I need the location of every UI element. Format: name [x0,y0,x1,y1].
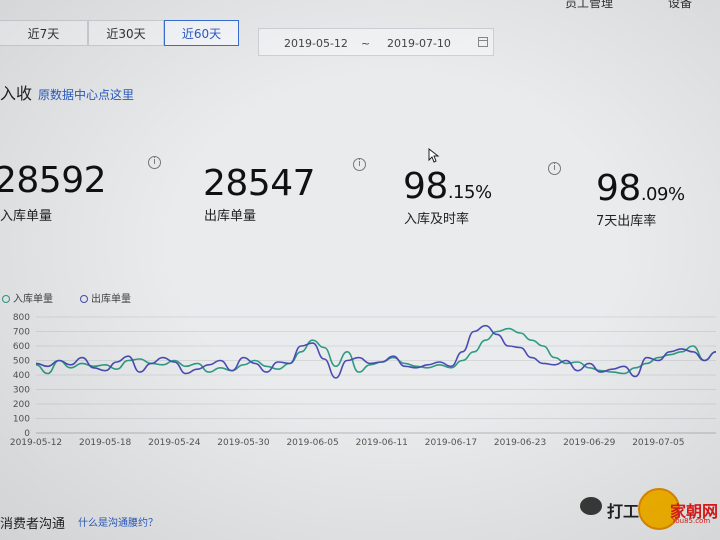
y-tick-label: 600 [13,342,30,352]
watermark-text: 打工 [607,502,640,521]
line-chart: 01002003004005006007008002019-05-12 2019-… [10,313,717,448]
x-tick-label: 2019-07-05 [632,438,684,448]
start-date: 2019-05-12 [284,37,348,50]
y-tick-label: 800 [13,313,30,323]
x-tick-label: 2019-05-18 [79,438,132,448]
legend-item-outbound[interactable]: 出库单量 [80,290,131,305]
y-tick-label: 300 [13,386,30,396]
series-line[interactable] [35,327,717,375]
calendar-icon[interactable] [478,37,488,47]
inbound-timely-rate-label: 入库及时率 [404,212,470,227]
y-tick-label: 500 [13,357,30,367]
range-60-days-button[interactable]: 近60天 [164,20,239,46]
inbound-count-value: 28592 [0,160,107,201]
consumer-communication-title: 消费者沟通 [0,517,66,532]
nav-item-staff[interactable]: 员工管理 [565,0,613,11]
outbound-count-label: 出库单量 [204,209,257,224]
outbound-7day-rate-value: 98.09% [596,168,685,209]
legend-marker [2,295,10,303]
date-separator: ~ [361,37,371,50]
info-icon[interactable]: i [548,162,561,175]
inbound-count-label: 入库单量 [0,209,53,224]
info-icon[interactable]: i [148,156,161,169]
x-tick-label: 2019-05-12 [10,438,62,448]
series-line[interactable] [35,324,717,379]
info-icon[interactable]: i [353,158,366,171]
x-tick-label: 2019-06-23 [494,438,546,448]
y-tick-label: 700 [13,328,30,338]
outbound-count-value: 28547 [203,163,316,204]
inbound-timely-rate-value: 98.15% [403,166,492,207]
section-title: 入收 [0,84,33,103]
range-7-days-button[interactable]: 近7天 [0,20,88,46]
source-data-link[interactable]: 原数据中心点这里 [38,86,134,103]
top-nav: 员工管理 设备 [0,0,720,11]
outbound-7day-rate-label: 7天出库率 [596,214,657,229]
nav-item-device[interactable]: 设备 [668,0,692,11]
date-range-picker[interactable]: 2019-05-12 ~ 2019-07-10 [258,28,494,56]
range-30-days-button[interactable]: 近30天 [88,20,164,46]
legend-marker [80,295,88,303]
y-tick-label: 400 [13,371,30,381]
y-tick-label: 200 [13,400,30,410]
what-is-communication-link[interactable]: 什么是沟通腰约？ [78,514,158,529]
x-tick-label: 2019-06-17 [425,438,477,448]
legend-item-inbound[interactable]: 入库单量 [2,290,53,305]
watermark-url: You85.com [672,517,711,525]
x-tick-label: 2019-06-05 [286,438,338,448]
y-tick-label: 100 [13,415,30,425]
x-tick-label: 2019-06-11 [356,438,408,448]
x-tick-label: 2019-05-30 [217,438,270,448]
wechat-bubble-icon [580,497,602,515]
mouse-cursor-icon [428,148,440,163]
x-tick-label: 2019-06-29 [563,438,616,448]
end-date: 2019-07-10 [387,37,451,50]
x-tick-label: 2019-05-24 [148,438,201,448]
